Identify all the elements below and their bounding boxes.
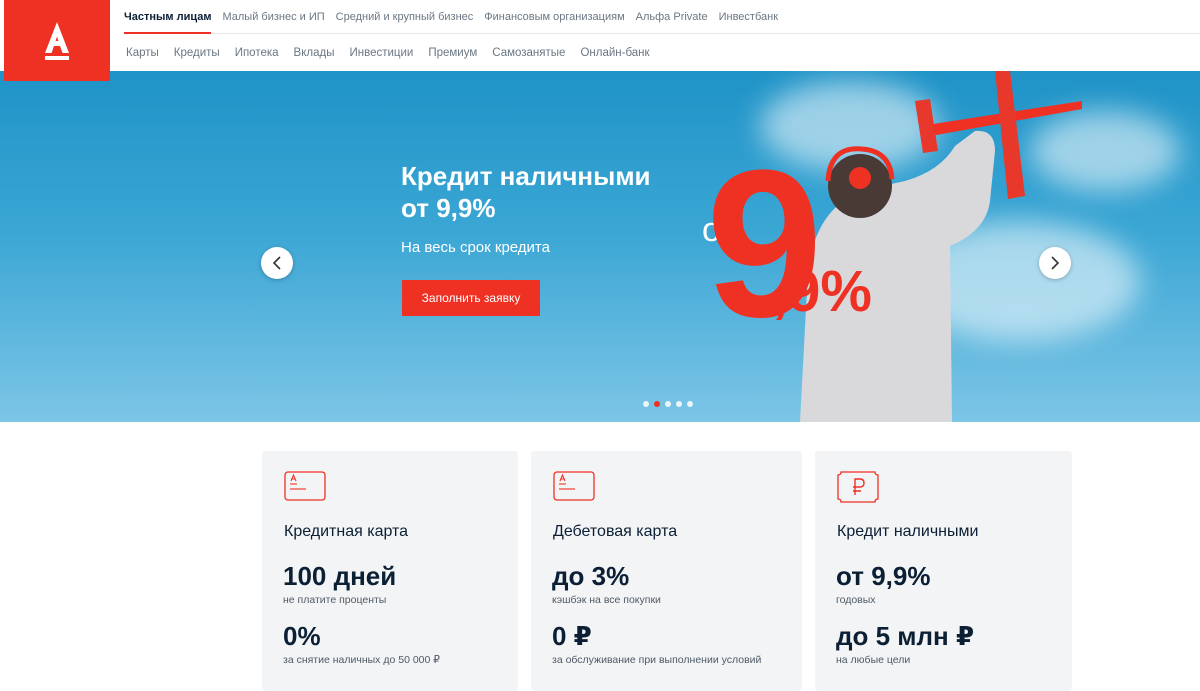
card-highlight-1: 100 дней	[283, 561, 397, 591]
topnav-item-corporate[interactable]: Средний и крупный бизнес	[336, 0, 474, 33]
subnav-item-mortgage[interactable]: Ипотека	[235, 47, 279, 59]
carousel-dot[interactable]	[643, 401, 649, 407]
card-caption-2: за снятие наличных до 50 000 ₽	[283, 654, 440, 666]
hero-title-line1: Кредит наличными	[401, 161, 651, 191]
subnav-item-premium[interactable]: Премиум	[428, 47, 477, 59]
apply-button[interactable]: Заполнить заявку	[402, 280, 540, 316]
promo-illustration: от 9 ,9%	[702, 71, 1082, 422]
topnav-item-financial[interactable]: Финансовым организациям	[484, 0, 624, 33]
carousel-dot[interactable]	[676, 401, 682, 407]
carousel-next-button[interactable]	[1039, 247, 1071, 279]
topnav-item-private[interactable]: Частным лицам	[124, 0, 212, 34]
ruble-banknote-icon	[837, 471, 879, 503]
hero-title: Кредит наличными от 9,9%	[401, 160, 701, 224]
carousel-dot[interactable]	[687, 401, 693, 407]
subnav-item-deposits[interactable]: Вклады	[294, 47, 335, 59]
product-card-credit-card[interactable]: Кредитная карта 100 дней не платите проц…	[262, 451, 518, 691]
product-card-debit-card[interactable]: Дебетовая карта до 3% кэшбэк на все поку…	[531, 451, 802, 691]
site-header: Частным лицам Малый бизнес и ИП Средний …	[0, 0, 1200, 81]
hero-subtitle: На весь срок кредита	[401, 239, 550, 256]
promo-decimal: ,9%	[772, 259, 872, 324]
product-nav: Карты Кредиты Ипотека Вклады Инвестиции …	[126, 34, 665, 71]
subnav-item-online-bank[interactable]: Онлайн-банк	[580, 47, 649, 59]
card-highlight-1: до 3%	[552, 561, 630, 591]
alfa-logo-icon	[45, 21, 69, 60]
subnav-item-self-employed[interactable]: Самозанятые	[492, 47, 565, 59]
carousel-dots	[643, 401, 693, 407]
card-title: Кредит наличными	[837, 523, 979, 540]
product-cards: Кредитная карта 100 дней не платите проц…	[262, 451, 1072, 691]
chevron-left-icon	[272, 256, 281, 270]
carousel-dot[interactable]	[665, 401, 671, 407]
carousel-prev-button[interactable]	[261, 247, 293, 279]
card-caption-1: не платите проценты	[283, 594, 387, 606]
card-title: Кредитная карта	[284, 523, 409, 540]
card-highlight-1: от 9,9%	[836, 561, 931, 591]
credit-card-icon	[284, 471, 326, 501]
product-card-cash-loan[interactable]: Кредит наличными от 9,9% годовых до 5 мл…	[815, 451, 1072, 691]
card-highlight-2: 0%	[283, 621, 321, 651]
card-highlight-2: 0 ₽	[552, 621, 592, 651]
carousel-dot-active[interactable]	[654, 401, 660, 407]
subnav-item-investments[interactable]: Инвестиции	[349, 47, 413, 59]
card-caption-1: годовых	[836, 594, 876, 606]
debit-card-icon	[553, 471, 595, 501]
subnav-item-credits[interactable]: Кредиты	[174, 47, 220, 59]
alfa-logo[interactable]	[4, 0, 110, 81]
topnav-item-small-business[interactable]: Малый бизнес и ИП	[222, 0, 324, 33]
audience-nav: Частным лицам Малый бизнес и ИП Средний …	[124, 0, 1200, 34]
card-caption-1: кэшбэк на все покупки	[552, 594, 661, 606]
chevron-right-icon	[1051, 256, 1060, 270]
promo-big-digit: 9	[706, 126, 823, 361]
hero-title-line2: от 9,9%	[401, 193, 496, 223]
topnav-item-investbank[interactable]: Инвестбанк	[719, 0, 778, 33]
card-caption-2: за обслуживание при выполнении условий	[552, 654, 762, 666]
hero-banner: Кредит наличными от 9,9% На весь срок кр…	[0, 71, 1200, 422]
subnav-item-cards[interactable]: Карты	[126, 47, 159, 59]
card-title: Дебетовая карта	[553, 523, 678, 540]
card-highlight-2: до 5 млн ₽	[836, 621, 975, 651]
topnav-item-private-banking[interactable]: Альфа Private	[636, 0, 708, 33]
card-caption-2: на любые цели	[836, 654, 911, 666]
